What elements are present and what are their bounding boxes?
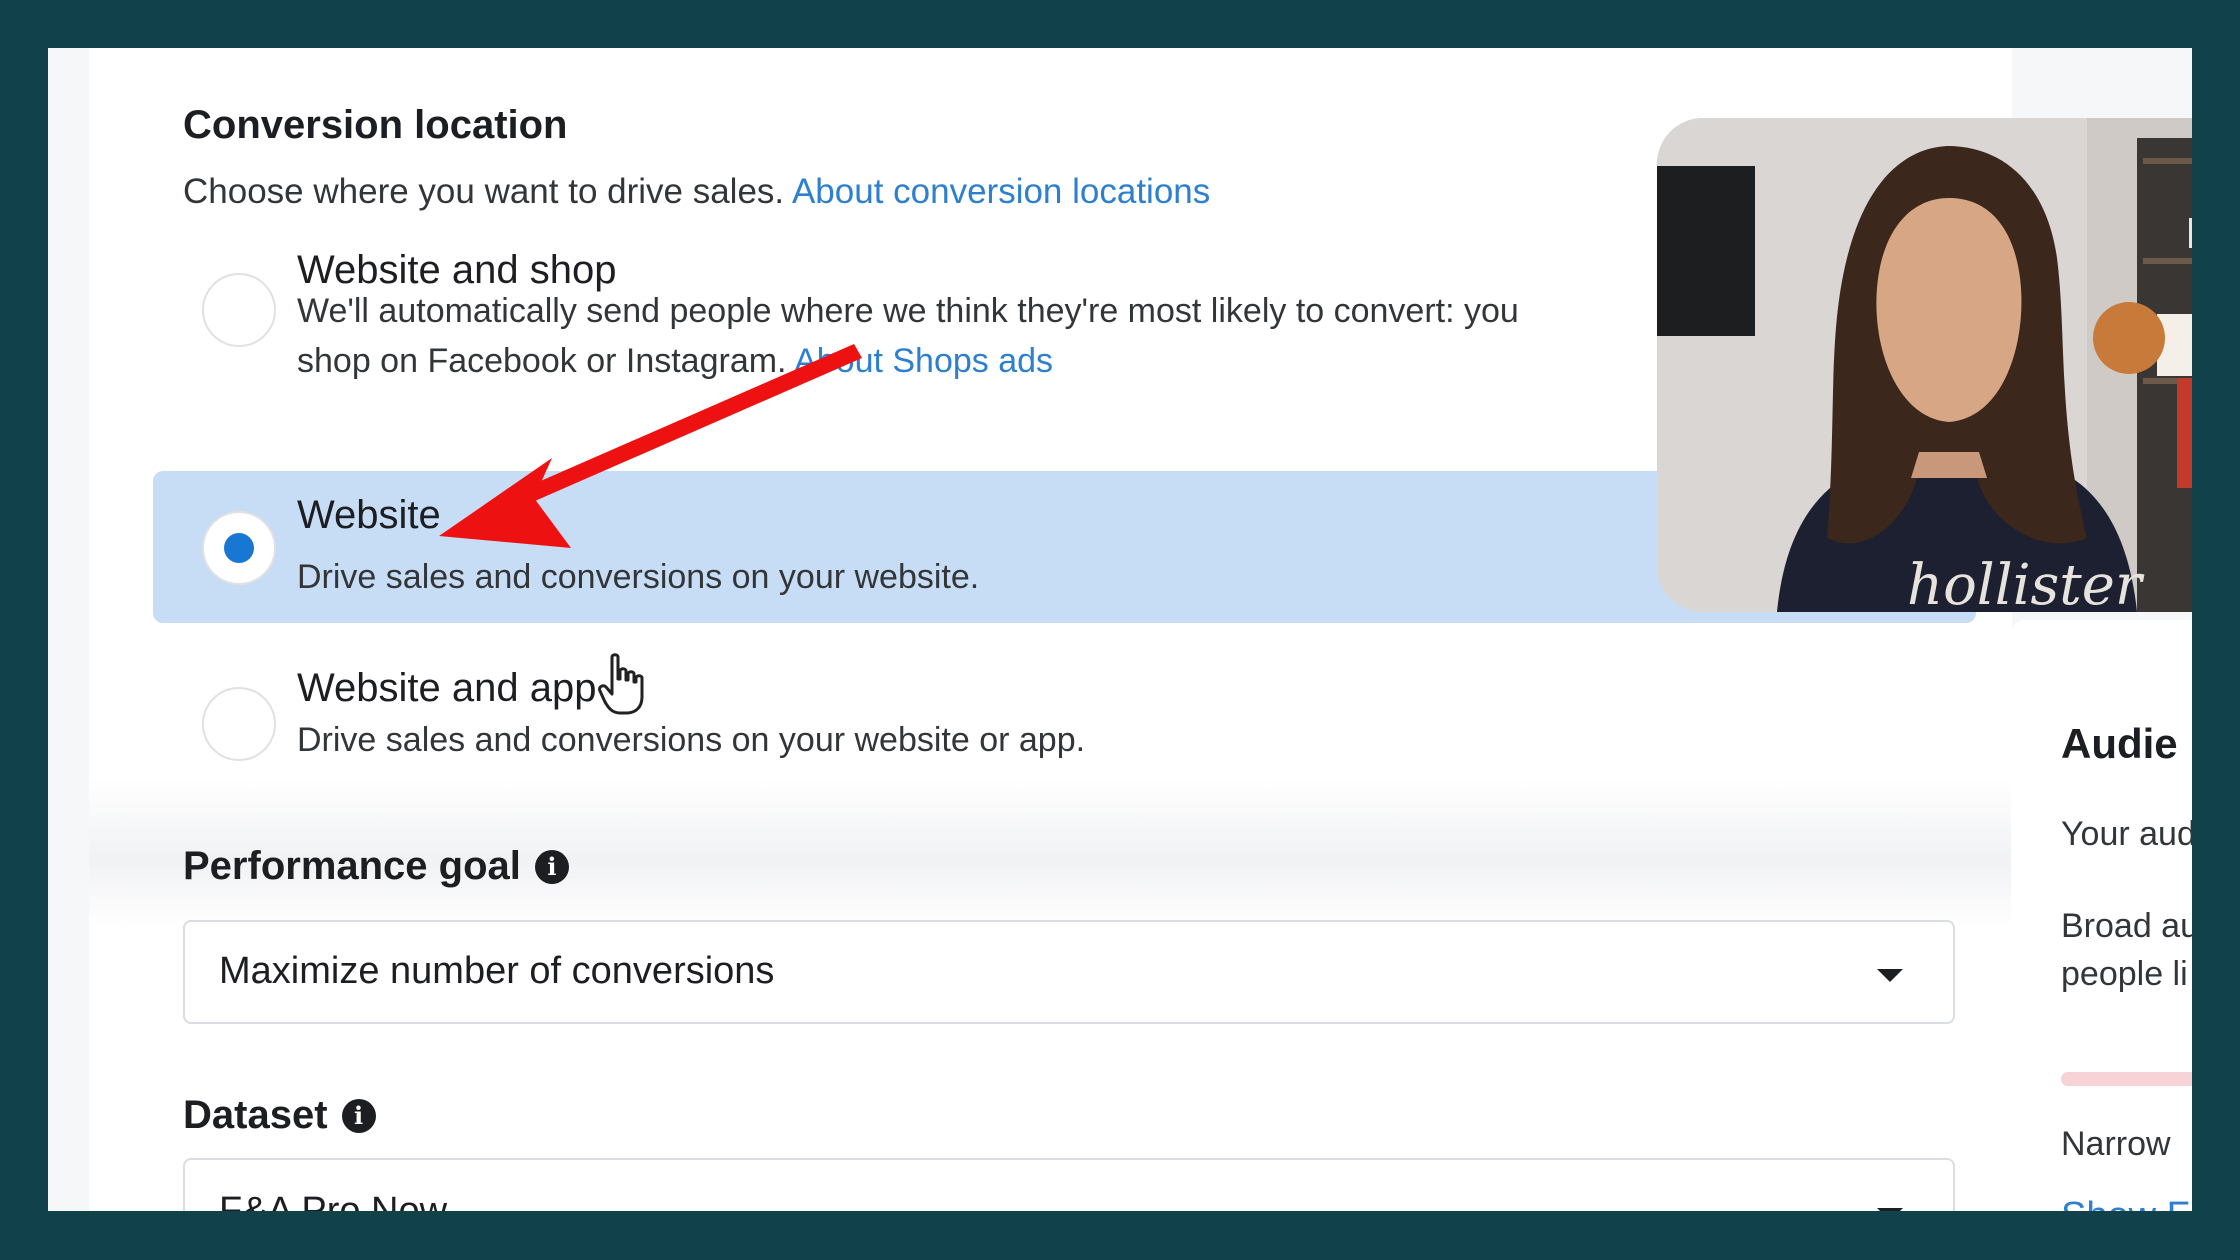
shirt-text: hollister xyxy=(1907,553,2145,612)
screen: Conversion location Choose where you wan… xyxy=(48,48,2192,1211)
hand-cursor-icon xyxy=(598,653,644,715)
presenter-video: hollister xyxy=(1657,118,2192,612)
webcam-overlay: hollister xyxy=(1657,118,2192,612)
